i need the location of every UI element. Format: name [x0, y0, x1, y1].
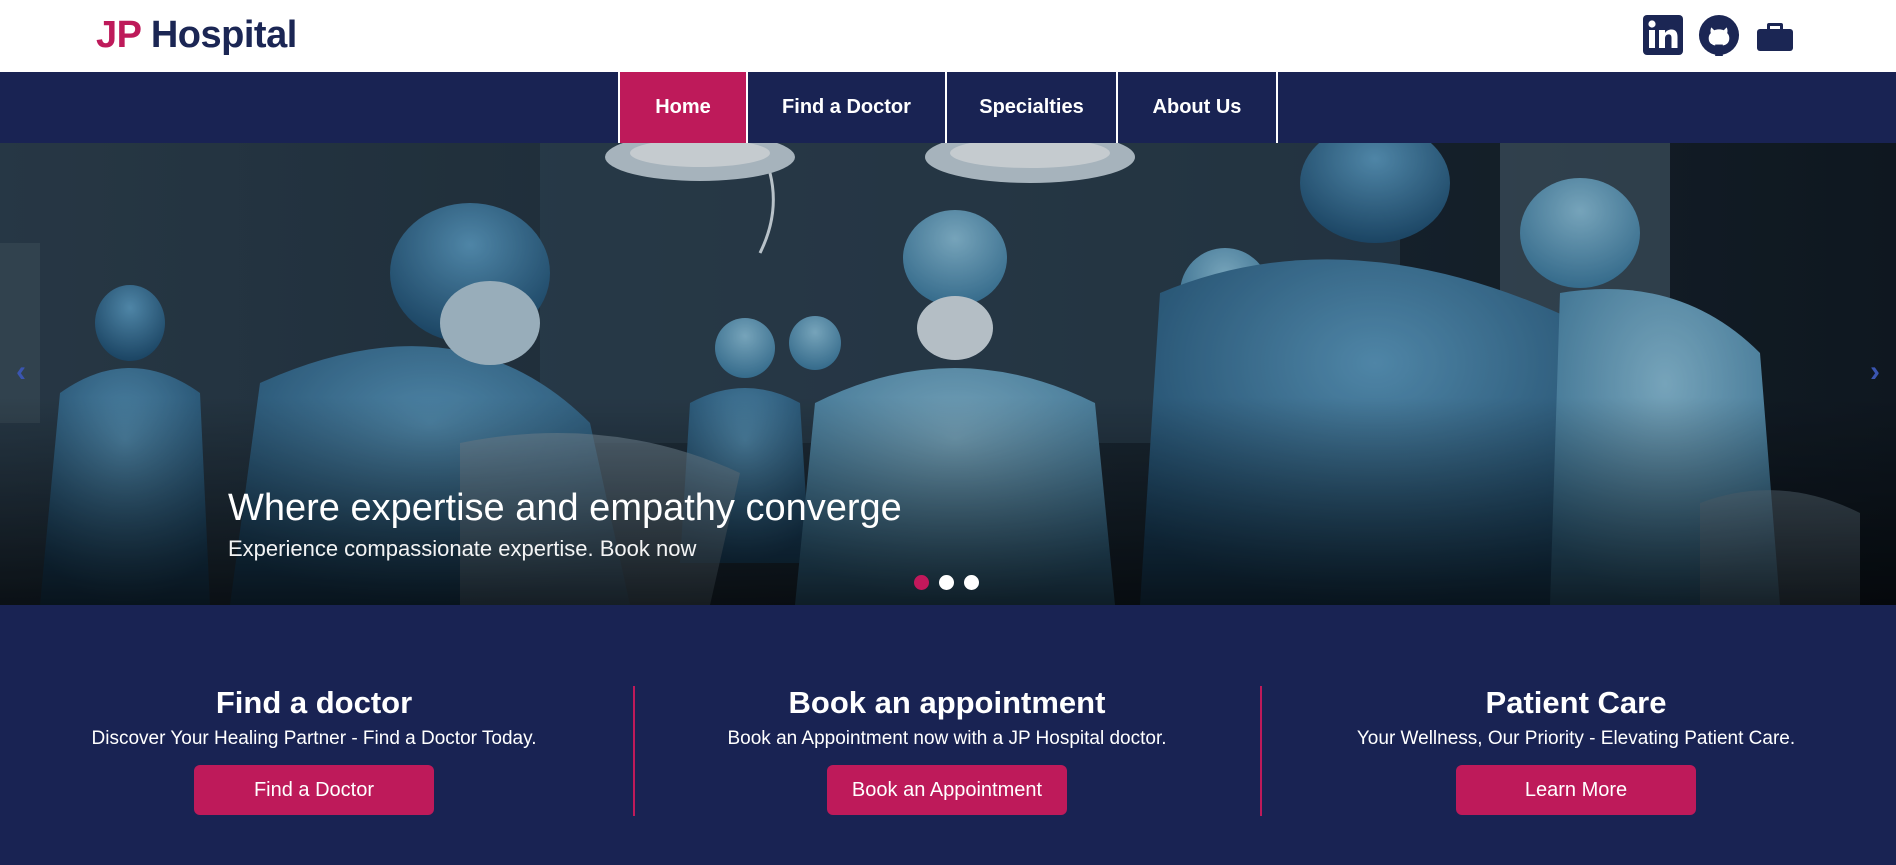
- card-text: Discover Your Healing Partner - Find a D…: [91, 728, 537, 749]
- briefcase-icon[interactable]: [1754, 13, 1796, 57]
- card-book-appointment: Book an appointment Book an Appointment …: [633, 685, 1261, 815]
- hero-title: Where expertise and empathy converge: [228, 487, 902, 529]
- card-text: Book an Appointment now with a JP Hospit…: [727, 728, 1167, 749]
- carousel-indicators: [914, 575, 979, 590]
- carousel-dot-2[interactable]: [939, 575, 954, 590]
- hero-subtitle: Experience compassionate expertise. Book…: [228, 536, 697, 561]
- card-find-doctor: Find a doctor Discover Your Healing Part…: [0, 685, 628, 815]
- carousel-dot-3[interactable]: [964, 575, 979, 590]
- logo-jp: JP: [96, 14, 141, 56]
- carousel-dot-1[interactable]: [914, 575, 929, 590]
- card-patient-care: Patient Care Your Wellness, Our Priority…: [1262, 685, 1890, 815]
- logo-hospital: Hospital: [150, 14, 297, 56]
- feature-cards-section: Find a doctor Discover Your Healing Part…: [0, 605, 1896, 865]
- nav-menu: Home Find a Doctor Specialties About Us: [618, 72, 1278, 143]
- main-navigation: Home Find a Doctor Specialties About Us: [0, 72, 1896, 143]
- linkedin-icon[interactable]: [1642, 13, 1684, 57]
- nav-item-find-a-doctor[interactable]: Find a Doctor: [748, 72, 947, 143]
- nav-item-about-us[interactable]: About Us: [1118, 72, 1278, 143]
- card-text: Your Wellness, Our Priority - Elevating …: [1356, 728, 1796, 749]
- card-title: Patient Care: [1485, 685, 1667, 720]
- hero-carousel: ‹ › Where expertise and empathy converge…: [0, 143, 1896, 605]
- find-a-doctor-button[interactable]: Find a Doctor: [194, 765, 434, 815]
- github-icon[interactable]: [1698, 13, 1740, 57]
- book-appointment-button[interactable]: Book an Appointment: [827, 765, 1067, 815]
- nav-item-specialties[interactable]: Specialties: [947, 72, 1118, 143]
- top-header: JP Hospital: [0, 0, 1896, 72]
- carousel-prev-button[interactable]: ‹: [16, 355, 26, 389]
- card-title: Book an appointment: [788, 685, 1106, 720]
- carousel-next-button[interactable]: ›: [1870, 355, 1880, 389]
- social-links: [1642, 13, 1796, 57]
- learn-more-button[interactable]: Learn More: [1456, 765, 1696, 815]
- nav-item-home[interactable]: Home: [620, 72, 748, 143]
- card-title: Find a doctor: [215, 685, 413, 720]
- site-logo[interactable]: JP Hospital: [96, 14, 297, 57]
